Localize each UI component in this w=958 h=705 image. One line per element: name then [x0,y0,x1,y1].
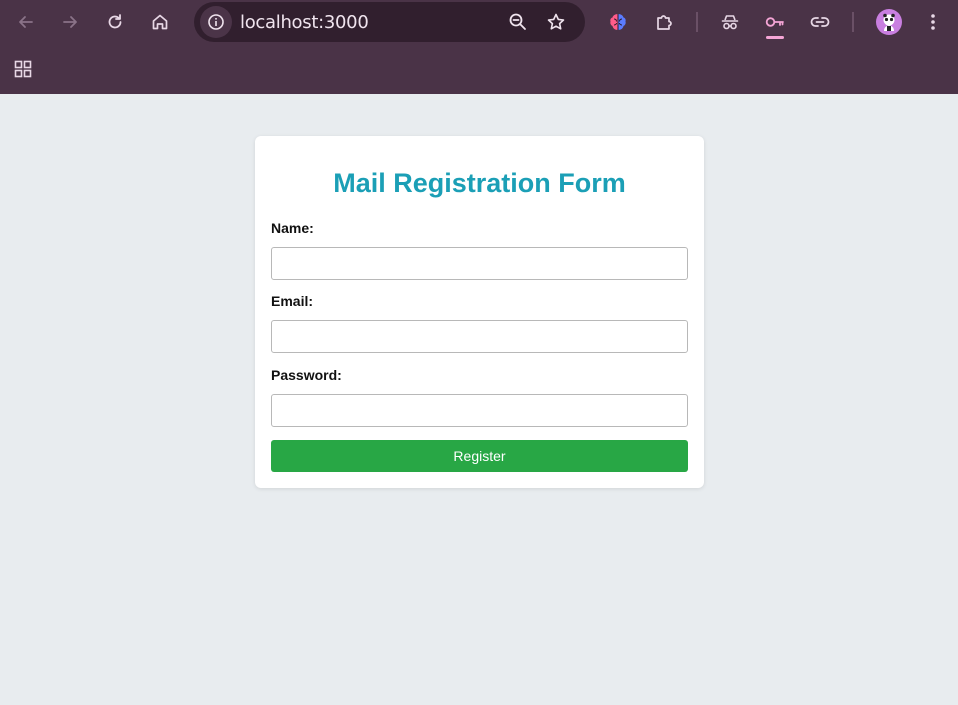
info-icon [208,14,224,30]
browser-frame: localhost:3000 [0,0,958,94]
bookmarks-bar [0,52,958,86]
toolbar-separator [696,12,698,32]
name-label: Name: [271,220,314,236]
puzzle-icon [657,15,672,30]
incognito-icon [721,15,739,30]
registration-form-card: Mail Registration Form Name: Email: Pass… [255,136,704,488]
toolbar-separator [852,12,854,32]
url-text[interactable]: localhost:3000 [240,12,369,33]
arrow-left-icon [19,16,33,28]
browser-menu-button[interactable] [917,6,949,38]
incognito-button[interactable] [714,6,746,38]
email-label: Email: [271,293,314,309]
extension-brain-button[interactable] [602,6,634,38]
apps-button[interactable] [10,56,36,82]
browser-toolbar: localhost:3000 [0,0,958,44]
passwords-button[interactable] [759,6,791,38]
back-button[interactable] [10,6,42,38]
active-indicator [766,36,784,39]
bookmark-button[interactable] [540,6,572,38]
extensions-button[interactable] [648,6,680,38]
password-label: Password: [271,367,342,383]
link-icon [810,17,830,27]
register-button[interactable]: Register [271,440,688,472]
password-input[interactable] [271,394,688,427]
apps-grid-icon [14,60,32,78]
name-input[interactable] [271,247,688,280]
link-button[interactable] [804,6,836,38]
zoom-button[interactable] [502,6,534,38]
form-title: Mail Registration Form [333,168,626,198]
arrow-right-icon [63,16,77,28]
star-icon [547,13,565,30]
address-bar[interactable]: localhost:3000 [194,2,585,42]
email-input[interactable] [271,320,688,353]
home-icon [152,14,168,30]
home-button[interactable] [144,6,176,38]
site-info-button[interactable] [200,6,232,38]
forward-button[interactable] [54,6,86,38]
reload-icon [108,14,122,29]
brain-icon [610,14,626,30]
kebab-menu-icon [931,14,935,30]
avatar[interactable] [876,9,902,35]
profile-avatar-icon [883,13,895,31]
key-icon [765,17,784,27]
reload-button[interactable] [99,6,131,38]
zoom-out-icon [509,13,526,30]
